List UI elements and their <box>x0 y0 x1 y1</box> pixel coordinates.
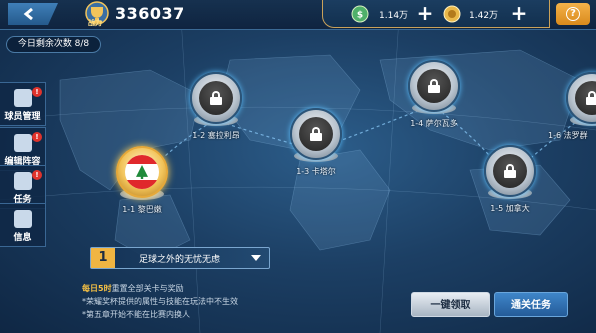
task-icon <box>14 172 32 190</box>
help-button[interactable]: ? <box>556 3 590 25</box>
currency1-value: 1.14万 <box>379 11 409 21</box>
lock-icon <box>585 91 596 105</box>
level-label: 1-2 塞拉利昂 <box>192 131 240 140</box>
notification-badge: ! <box>32 132 42 142</box>
currency2-value: 1.42万 <box>469 11 499 21</box>
chapter-number: 1 <box>91 248 115 268</box>
gem-icon <box>443 5 461 23</box>
clear-tasks-button[interactable]: 通关任务 <box>494 292 568 317</box>
notification-badge: ! <box>32 87 42 97</box>
level-label: 1-3 卡塔尔 <box>296 167 336 176</box>
power-label: 战力 <box>88 19 102 27</box>
add-currency2-button[interactable]: + <box>509 3 529 24</box>
svg-text:$: $ <box>357 11 363 21</box>
info-icon <box>14 210 32 228</box>
lock-icon <box>209 91 223 105</box>
lebanon-flag-icon <box>125 155 159 189</box>
remaining-attempts: 今日剩余次数 8/8 <box>6 36 101 53</box>
level-label: 1-6 法罗群 <box>548 131 588 140</box>
chapter-title: 足球之外的无忧无虑 <box>139 255 221 265</box>
menu-player-management[interactable]: ! 球员管理 <box>0 82 46 126</box>
chapter-selector[interactable]: 1 足球之外的无忧无虑 <box>90 247 270 269</box>
menu-label: 球员管理 <box>4 112 41 122</box>
lock-icon <box>427 79 441 93</box>
substitution-note: *第五章开始不能在比赛内换人 <box>82 310 190 319</box>
add-currency1-button[interactable]: + <box>415 3 435 24</box>
level-label: 1-1 黎巴嫩 <box>122 205 162 214</box>
back-arrow-icon <box>23 7 33 21</box>
help-icon: ? <box>566 7 580 21</box>
level-label: 1-5 加拿大 <box>490 204 530 213</box>
top-bar: 战力 336037 $ 1.14万 + 1.42万 + ? <box>0 0 596 30</box>
coin-icon: $ <box>351 5 369 23</box>
lock-icon <box>503 164 517 178</box>
reset-note: 每日5时重置全部关卡与奖励 <box>82 284 184 293</box>
power-value: 336037 <box>115 4 185 23</box>
level-label: 1-4 萨尔瓦多 <box>410 119 458 128</box>
menu-label: 信息 <box>13 233 32 243</box>
back-button[interactable] <box>8 3 58 25</box>
notification-badge: ! <box>32 170 42 180</box>
lineup-icon <box>14 134 32 152</box>
trophy-note: *荣耀奖杯提供的属性与技能在玩法中不生效 <box>82 297 238 306</box>
chevron-down-icon <box>251 255 261 261</box>
resource-panel: $ 1.14万 + 1.42万 + <box>322 0 550 28</box>
menu-info[interactable]: 信息 <box>0 203 46 247</box>
lock-icon <box>309 127 323 141</box>
collect-all-button[interactable]: 一键领取 <box>411 292 490 317</box>
player-icon <box>14 89 32 107</box>
